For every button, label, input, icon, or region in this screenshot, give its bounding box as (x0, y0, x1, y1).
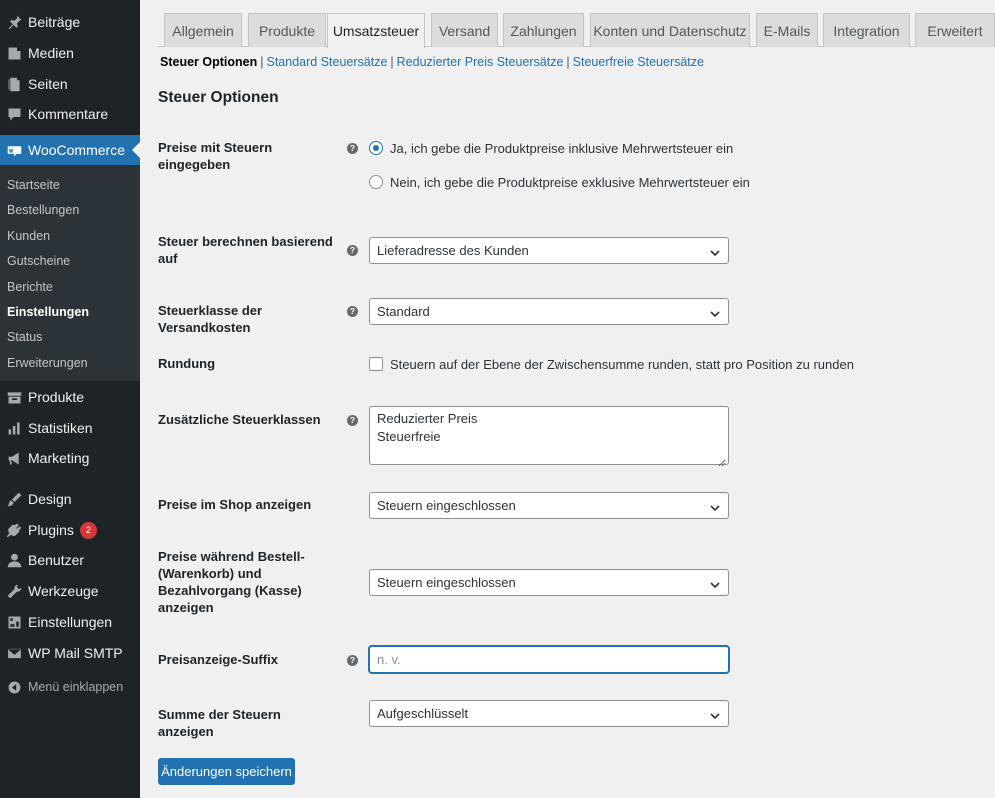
collapse-menu-button[interactable]: Menü einklappen (0, 672, 140, 702)
chevron-down-icon (710, 307, 720, 318)
tab-konten-datenschutz[interactable]: Konten und Datenschutz (590, 13, 750, 47)
menu-werkzeuge[interactable]: Werkzeuge (0, 576, 140, 606)
select-tax-total-display[interactable]: Aufgeschlüsselt (369, 700, 729, 727)
bar-chart-icon (4, 418, 24, 438)
pages-icon (4, 74, 24, 94)
submenu-berichte[interactable]: Berichte (7, 280, 53, 294)
submenu-bestellungen[interactable]: Bestellungen (7, 203, 79, 217)
media-icon (4, 43, 24, 63)
menu-marketing[interactable]: Marketing (0, 443, 140, 473)
menu-plugins[interactable]: Plugins 2 (0, 515, 140, 545)
help-icon[interactable]: ? (347, 655, 358, 666)
tab-zahlungen[interactable]: Zahlungen (503, 13, 584, 47)
submenu-startseite[interactable]: Startseite (7, 178, 60, 192)
label-tax-total-display: Summe der Steuern anzeigen (158, 707, 281, 739)
submenu-kunden[interactable]: Kunden (7, 229, 50, 243)
label-shop-display: Preise im Shop anzeigen (158, 497, 312, 512)
subnav-zero-rates[interactable]: Steuerfreie Steuersätze (573, 55, 704, 69)
settings-icon (4, 612, 24, 632)
woocommerce-submenu: Startseite Bestellungen Kunden Gutschein… (0, 165, 140, 381)
label-prices-entered: Preise mit Steuern eingegeben (158, 140, 273, 172)
megaphone-icon (4, 448, 24, 468)
chevron-down-icon (710, 709, 720, 720)
chevron-down-icon (710, 578, 720, 589)
paintbrush-icon (4, 489, 24, 509)
tab-integration[interactable]: Integration (823, 13, 910, 47)
label-rounding: Rundung (158, 356, 216, 371)
submenu-gutscheine[interactable]: Gutscheine (7, 254, 70, 268)
radio-label-exclusive: Nein, ich gebe die Produktpreise exklusi… (390, 175, 750, 190)
submenu-einstellungen[interactable]: Einstellungen (7, 305, 89, 319)
submenu-status[interactable]: Status (7, 330, 42, 344)
plugin-update-badge: 2 (79, 521, 97, 539)
tab-umsatzsteuer[interactable]: Umsatzsteuer (327, 13, 425, 48)
radio-prices-exclusive[interactable] (369, 175, 383, 189)
select-shop-display[interactable]: Steuern eingeschlossen (369, 492, 729, 519)
select-shipping-tax-class[interactable]: Standard (369, 298, 729, 325)
radio-prices-inclusive[interactable] (369, 141, 383, 155)
subnav-reduced-rates[interactable]: Reduzierter Preis Steuersätze (397, 55, 564, 69)
label-additional-classes: Zusätzliche Steuerklassen (158, 412, 321, 427)
select-value: Lieferadresse des Kunden (377, 243, 529, 258)
resize-handle-icon[interactable] (718, 454, 726, 467)
subnav-standard-rates[interactable]: Standard Steuersätze (266, 55, 387, 69)
tax-subnav: Steuer Optionen | Standard Steuersätze | Red… (160, 55, 704, 69)
help-icon[interactable]: ? (347, 143, 358, 154)
select-cart-display[interactable]: Steuern eingeschlossen (369, 569, 729, 596)
menu-kommentare[interactable]: Kommentare (0, 99, 140, 129)
menu-design[interactable]: Design (0, 484, 140, 514)
menu-statistiken[interactable]: Statistiken (0, 413, 140, 443)
radio-label-inclusive: Ja, ich gebe die Produktpreise inklusive… (390, 141, 734, 156)
mail-icon (4, 643, 24, 663)
textarea-additional-classes[interactable]: Reduzierter Preis Steuerfreie (369, 406, 729, 467)
label-price-suffix: Preisanzeige-Suffix (158, 652, 278, 667)
help-icon[interactable]: ? (347, 245, 358, 256)
menu-seiten[interactable]: Seiten (0, 69, 140, 99)
menu-einstellungen[interactable]: Einstellungen (0, 607, 140, 637)
select-value: Standard (377, 304, 430, 319)
woocommerce-icon (4, 140, 24, 160)
user-icon (4, 550, 24, 570)
select-value: Steuern eingeschlossen (377, 498, 516, 513)
menu-beitraege[interactable]: Beiträge (0, 7, 140, 37)
menu-wp-mail-smtp[interactable]: WP Mail SMTP (0, 638, 140, 668)
tab-produkte[interactable]: Produkte (248, 13, 326, 47)
chevron-down-icon (710, 246, 720, 257)
save-changes-button[interactable]: Änderungen speichern (158, 758, 295, 785)
archive-icon (4, 387, 24, 407)
tab-versand[interactable]: Versand (431, 13, 498, 47)
tab-emails[interactable]: E-Mails (756, 13, 818, 47)
input-price-suffix[interactable] (369, 646, 729, 673)
help-icon[interactable]: ? (347, 306, 358, 317)
menu-produkte[interactable]: Produkte (0, 382, 140, 412)
menu-medien[interactable]: Medien (0, 38, 140, 68)
submenu-erweiterungen[interactable]: Erweiterungen (7, 356, 88, 370)
menu-benutzer[interactable]: Benutzer (0, 545, 140, 575)
wrench-icon (4, 581, 24, 601)
textarea-line: Reduzierter Preis (377, 411, 478, 426)
comment-icon (4, 104, 24, 124)
select-value: Steuern eingeschlossen (377, 575, 516, 590)
menu-woocommerce[interactable]: WooCommerce (0, 135, 140, 165)
checkbox-rounding[interactable] (369, 357, 383, 371)
label-cart-display: Preise während Bestell-(Warenkorb) und B… (158, 549, 305, 615)
select-tax-based-on[interactable]: Lieferadresse des Kunden (369, 237, 729, 264)
help-icon[interactable]: ? (347, 415, 358, 426)
tab-erweitert[interactable]: Erweitert (915, 13, 995, 47)
textarea-line: Steuerfreie (377, 429, 441, 444)
plugin-icon (4, 520, 24, 540)
section-title: Steuer Optionen (158, 89, 279, 106)
pushpin-icon (4, 12, 24, 32)
chevron-down-icon (710, 501, 720, 512)
admin-sidebar: Beiträge Medien Seiten Kommentare WooCom… (0, 0, 140, 798)
label-tax-based-on: Steuer berechnen basierend auf (158, 234, 333, 266)
tab-allgemein[interactable]: Allgemein (164, 13, 242, 47)
select-value: Aufgeschlüsselt (377, 706, 469, 721)
checkbox-label-rounding: Steuern auf der Ebene der Zwischensumme … (390, 357, 854, 372)
label-shipping-tax-class: Steuerklasse der Versandkosten (158, 303, 263, 335)
subnav-current: Steuer Optionen (160, 55, 258, 69)
collapse-icon (4, 677, 24, 697)
